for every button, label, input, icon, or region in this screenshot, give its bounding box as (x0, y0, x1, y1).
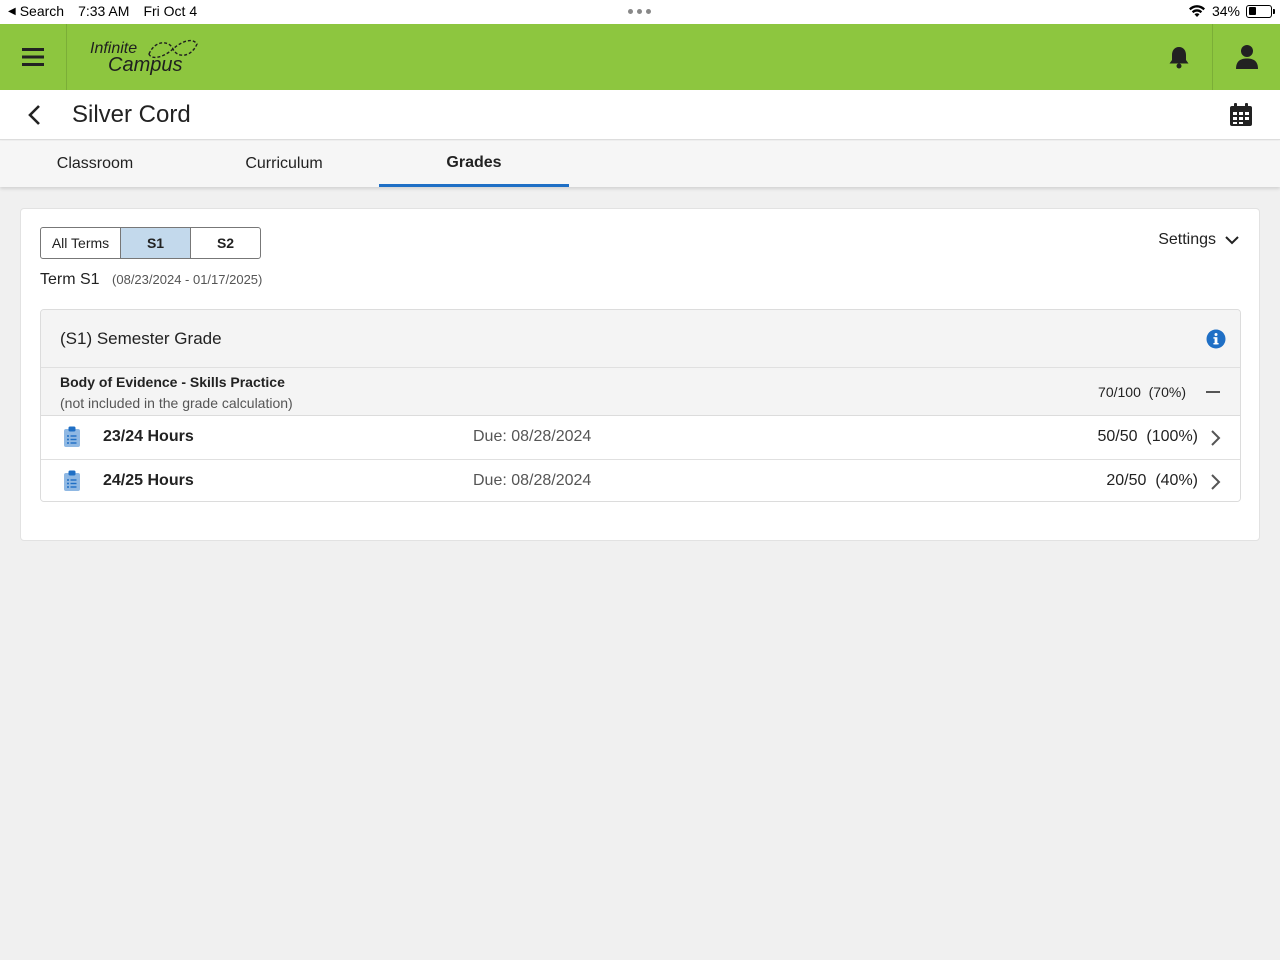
term-option-s1[interactable]: S1 (121, 228, 191, 258)
chevron-left-icon (28, 105, 40, 125)
wifi-icon (1188, 5, 1205, 17)
chevron-down-icon (1225, 236, 1239, 245)
assignment-score: 20/50 (40%) (1106, 472, 1198, 490)
term-option-all-terms[interactable]: All Terms (41, 228, 121, 258)
category-points: 70/100 (1098, 384, 1141, 400)
page-title: Silver Cord (72, 101, 191, 128)
settings-dropdown[interactable]: Settings (1158, 231, 1240, 249)
assignment-percent: (40%) (1155, 472, 1198, 489)
battery-percent: 34% (1211, 3, 1240, 19)
grade-category-row[interactable]: Body of Evidence - Skills Practice (not … (41, 368, 1240, 416)
semester-grade-title: (S1) Semester Grade (60, 329, 222, 348)
bell-icon (1169, 47, 1189, 69)
tab-grades[interactable]: Grades (379, 141, 569, 187)
assignment-clipboard-icon (64, 426, 80, 447)
menu-button[interactable] (0, 24, 67, 90)
term-label: Term S1 (40, 271, 100, 288)
back-to-app-label[interactable]: Search (20, 3, 64, 19)
category-note: (not included in the grade calculation) (60, 395, 293, 411)
app-bar: Infinite Campus (0, 24, 1280, 90)
term-option-s2[interactable]: S2 (191, 228, 260, 258)
back-button[interactable] (20, 101, 48, 129)
user-account-button[interactable] (1212, 24, 1280, 90)
assignment-row[interactable]: 23/24 Hours Due: 08/28/2024 50/50 (100%) (41, 416, 1240, 460)
assignment-row[interactable]: 24/25 Hours Due: 08/28/2024 20/50 (40%) (41, 460, 1240, 501)
infinite-campus-logo[interactable]: Infinite Campus (90, 36, 210, 80)
chevron-right-icon (1211, 430, 1221, 446)
assignment-points: 50/50 (1097, 428, 1138, 445)
info-icon[interactable] (1206, 329, 1226, 349)
chevron-right-icon (1211, 474, 1221, 490)
notifications-button[interactable] (1146, 24, 1212, 90)
status-time: 7:33 AM (78, 3, 130, 19)
tab-curriculum[interactable]: Curriculum (189, 141, 379, 187)
semester-grade-box: (S1) Semester Grade Body of Evidence - S… (40, 309, 1241, 502)
grades-card: All Terms S1 S2 Settings Term S1 (08/23/… (20, 208, 1260, 541)
assignment-due-date: Due: 08/28/2024 (473, 428, 592, 445)
term-heading: Term S1 (08/23/2024 - 01/17/2025) (40, 271, 262, 289)
assignment-score: 50/50 (100%) (1097, 428, 1198, 446)
back-to-app-icon[interactable]: ◀ (8, 6, 16, 17)
status-bar: ◀ Search 7:33 AM Fri Oct 4 34% (0, 0, 1280, 24)
category-name: Body of Evidence - Skills Practice (60, 374, 285, 390)
section-tabs: Classroom Curriculum Grades (0, 141, 1280, 187)
status-left: ◀ Search 7:33 AM Fri Oct 4 (8, 3, 197, 19)
assignment-name: 23/24 Hours (103, 428, 194, 445)
category-score: 70/100 (70%) (1098, 384, 1186, 400)
assignment-due-date: Due: 08/28/2024 (473, 472, 592, 489)
category-percent: (70%) (1148, 384, 1186, 400)
settings-label: Settings (1158, 231, 1216, 248)
status-date: Fri Oct 4 (143, 3, 198, 19)
battery-icon (1246, 4, 1275, 18)
infinity-logo-icon (148, 39, 198, 59)
title-bar: Silver Cord (0, 90, 1280, 140)
semester-grade-header: (S1) Semester Grade (41, 310, 1240, 368)
multitasking-dots-icon[interactable] (628, 9, 651, 14)
hamburger-menu-icon (22, 48, 44, 66)
tab-classroom[interactable]: Classroom (0, 141, 190, 187)
term-selector: All Terms S1 S2 (40, 227, 261, 259)
calendar-icon[interactable] (1228, 102, 1254, 128)
assignment-clipboard-icon (64, 470, 80, 491)
assignment-percent: (100%) (1146, 428, 1198, 445)
collapse-icon[interactable] (1206, 391, 1220, 393)
assignment-points: 20/50 (1106, 472, 1147, 489)
term-dates: (08/23/2024 - 01/17/2025) (112, 272, 263, 287)
assignment-name: 24/25 Hours (103, 472, 194, 489)
user-icon (1235, 45, 1258, 69)
status-right: 34% (1188, 3, 1275, 19)
